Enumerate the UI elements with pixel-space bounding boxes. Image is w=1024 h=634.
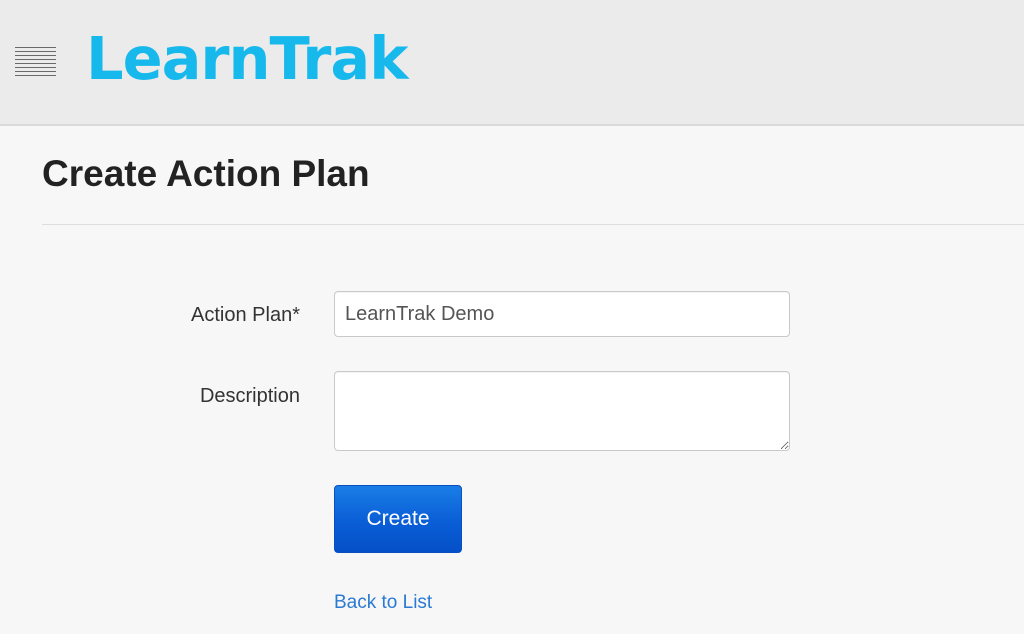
hamburger-menu-icon[interactable] — [14, 46, 58, 78]
action-plan-label: Action Plan* — [191, 304, 300, 326]
header-bar: LearnTrak — [0, 0, 1024, 126]
action-plan-input[interactable] — [334, 291, 790, 337]
description-label: Description — [199, 385, 300, 407]
create-button[interactable]: Create — [334, 485, 462, 553]
title-divider — [42, 224, 1024, 225]
page-title: Create Action Plan — [42, 153, 370, 194]
back-to-list-link[interactable]: Back to List — [334, 591, 432, 615]
description-textarea[interactable] — [334, 371, 790, 451]
app-logo[interactable]: LearnTrak — [86, 24, 408, 94]
